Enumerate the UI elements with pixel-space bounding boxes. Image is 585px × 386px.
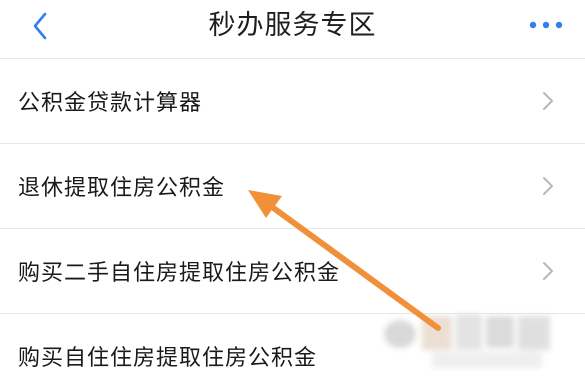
chevron-right-icon — [543, 177, 553, 195]
list-item-label: 公积金贷款计算器 — [18, 91, 203, 116]
service-list: 公积金贷款计算器 退休提取住房公积金 购买二手自住房提取住房公积金 购买自住住房… — [0, 59, 585, 386]
list-item-second-hand-purchase-withdrawal[interactable]: 购买二手自住房提取住房公积金 — [0, 229, 585, 314]
more-dots-icon — [529, 21, 563, 29]
list-item-loan-calculator[interactable]: 公积金贷款计算器 — [0, 59, 585, 144]
list-item-label: 购买二手自住房提取住房公积金 — [18, 261, 341, 286]
top-nav-bar: 秒办服务专区 — [0, 0, 585, 59]
list-item-label: 购买自住住房提取住房公积金 — [18, 346, 318, 371]
chevron-right-icon — [543, 92, 553, 110]
list-item-label: 退休提取住房公积金 — [18, 176, 226, 201]
list-item-retirement-withdrawal[interactable]: 退休提取住房公积金 — [0, 144, 585, 229]
screen: 秒办服务专区 公积金贷款计算器 退休提取住房公积金 购买二手自住房提取住房公积金 — [0, 0, 585, 386]
chevron-right-icon — [543, 262, 553, 280]
list-item-purchase-withdrawal[interactable]: 购买自住住房提取住房公积金 — [0, 314, 585, 386]
more-button[interactable] — [525, 12, 567, 38]
page-title: 秒办服务专区 — [208, 10, 377, 41]
